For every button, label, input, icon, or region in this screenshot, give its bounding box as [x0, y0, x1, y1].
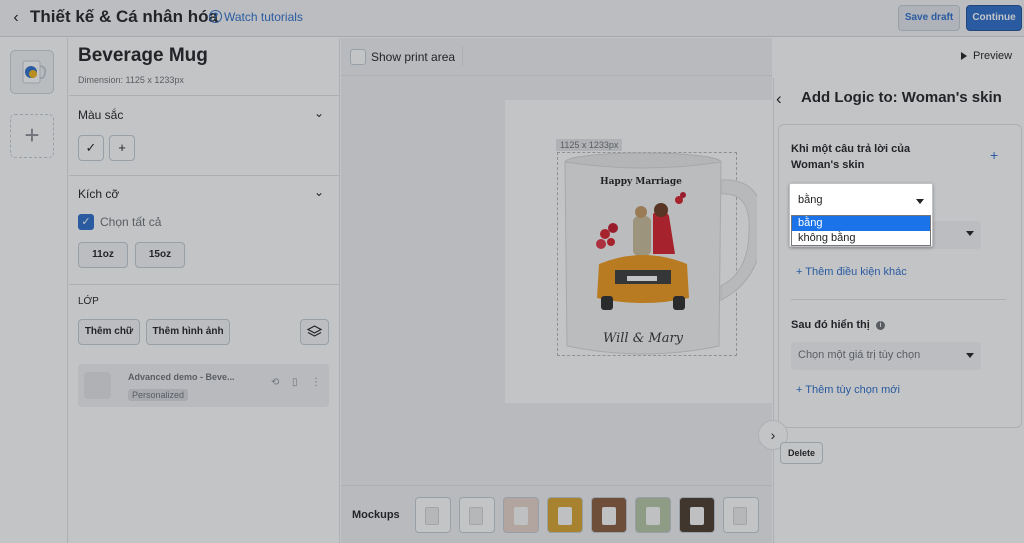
option-equals[interactable]: bằng	[792, 216, 930, 231]
operator-options-list: bằng không bằng	[791, 215, 931, 246]
modal-overlay	[0, 0, 1024, 543]
caret-down-icon	[916, 199, 924, 204]
operator-current-value: bằng	[798, 194, 823, 206]
option-not-equals[interactable]: không bằng	[792, 231, 930, 246]
